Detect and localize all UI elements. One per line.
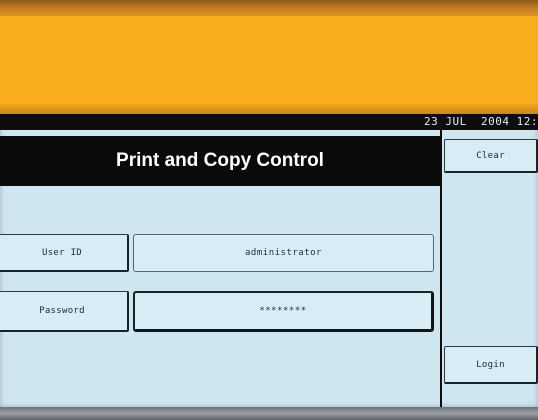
page-title: Print and Copy Control bbox=[116, 150, 324, 171]
user-id-value: administrator bbox=[245, 248, 322, 258]
password-field[interactable]: ******** bbox=[133, 291, 434, 332]
device-orange-panel bbox=[0, 16, 538, 114]
panel-divider bbox=[440, 130, 442, 407]
clear-button-label: Clear bbox=[476, 150, 505, 161]
login-button-label: Login bbox=[476, 359, 505, 370]
status-bar: 23 JUL 2004 12: bbox=[0, 114, 538, 130]
device-orange-edge bbox=[0, 104, 538, 114]
login-button[interactable]: Login bbox=[444, 346, 538, 384]
clear-button[interactable]: Clear bbox=[444, 139, 538, 173]
password-value: ******** bbox=[259, 306, 307, 316]
user-id-label: User ID bbox=[41, 247, 83, 258]
password-label: Password bbox=[39, 306, 85, 316]
password-button[interactable]: Password bbox=[0, 291, 129, 332]
device-bezel-bottom bbox=[0, 407, 538, 420]
dialog-title-bar: Print and Copy Control bbox=[0, 136, 440, 186]
touch-screen: 23 JUL 2004 12: Print and Copy Control C… bbox=[0, 114, 538, 407]
user-id-button[interactable]: User ID bbox=[0, 234, 129, 272]
date-time: 23 JUL 2004 12: bbox=[424, 115, 538, 128]
user-id-field[interactable]: administrator bbox=[133, 234, 434, 272]
